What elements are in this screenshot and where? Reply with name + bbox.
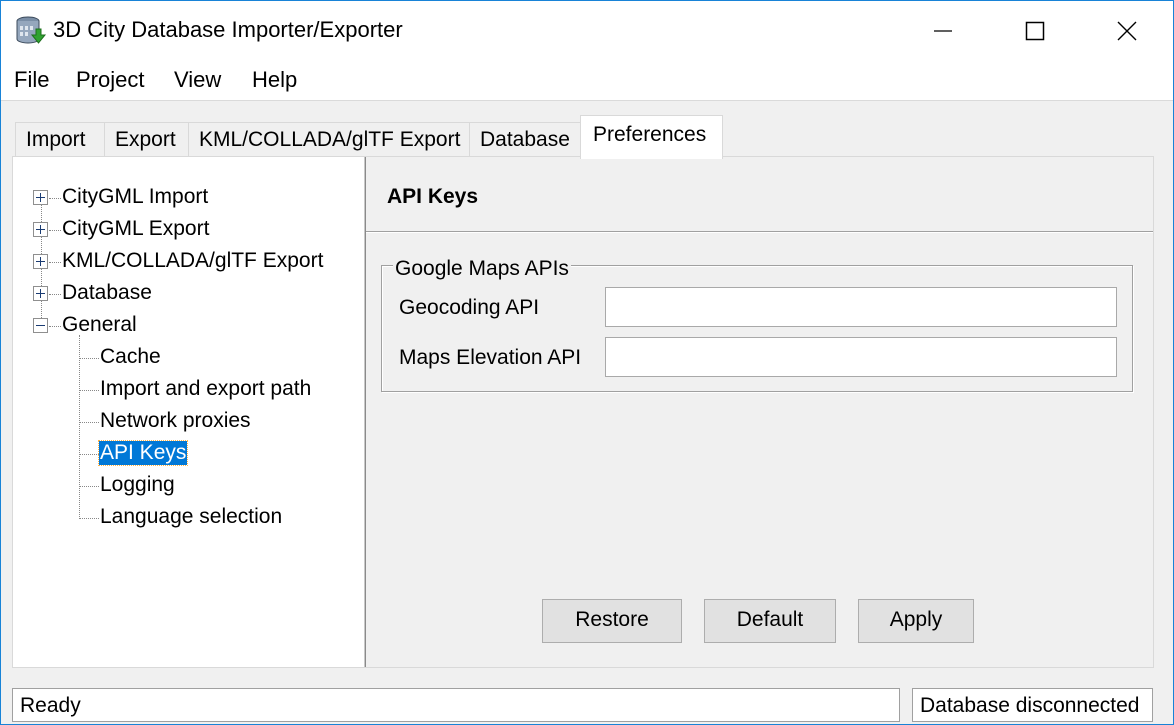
expand-icon[interactable] (33, 222, 48, 237)
menu-bar: File Project View Help (1, 61, 1173, 101)
tree-connector (49, 230, 61, 231)
tree-connector (79, 518, 99, 519)
tree-item-general[interactable]: General (62, 313, 137, 337)
tree-connector (79, 486, 99, 487)
tree-connector (49, 294, 61, 295)
tree-connector (49, 198, 61, 199)
tab-import[interactable]: Import (15, 122, 105, 157)
tree-connector (49, 262, 61, 263)
tab-export[interactable]: Export (104, 122, 189, 157)
title-separator (366, 231, 1153, 233)
tab-preferences[interactable]: Preferences (580, 115, 723, 159)
tree-connector (79, 335, 80, 519)
close-icon (1117, 21, 1137, 41)
minimize-icon (934, 30, 952, 32)
tree-item-citygml-export[interactable]: CityGML Export (62, 217, 209, 241)
group-title: Google Maps APIs (393, 257, 571, 281)
tree-item-cache[interactable]: Cache (100, 345, 161, 369)
status-message: Ready (12, 688, 900, 722)
close-button[interactable] (1081, 1, 1173, 61)
database-status: Database disconnected (912, 688, 1153, 722)
menu-help[interactable]: Help (252, 67, 297, 93)
maximize-icon (1025, 21, 1045, 41)
tree-item-network-proxies[interactable]: Network proxies (100, 409, 251, 433)
preferences-panel: CityGML Import CityGML Export KML/COLLAD… (12, 156, 1154, 668)
tree-item-logging[interactable]: Logging (100, 473, 175, 497)
tree-item-language-selection[interactable]: Language selection (100, 505, 282, 529)
menu-file[interactable]: File (14, 67, 49, 93)
tab-kml-collada-gltf-export[interactable]: KML/COLLADA/glTF Export (188, 122, 470, 157)
geocoding-api-input[interactable] (605, 287, 1117, 327)
preferences-tree: CityGML Import CityGML Export KML/COLLAD… (13, 157, 364, 667)
tree-connector (49, 326, 61, 327)
settings-content: API Keys Google Maps APIs Geocoding API … (366, 157, 1153, 667)
page-title: API Keys (387, 185, 479, 208)
tree-item-import-export-path[interactable]: Import and export path (100, 377, 311, 401)
tree-item-citygml-import[interactable]: CityGML Import (62, 185, 208, 209)
collapse-icon[interactable] (33, 318, 48, 333)
tree-item-api-keys[interactable]: API Keys (97, 440, 189, 466)
maximize-button[interactable] (989, 1, 1081, 61)
main-window: 3D City Database Importer/Exporter File … (0, 0, 1174, 725)
tree-connector (79, 390, 99, 391)
expand-icon[interactable] (33, 286, 48, 301)
tab-database[interactable]: Database (469, 122, 581, 157)
menu-project[interactable]: Project (76, 67, 144, 93)
maps-elevation-api-input[interactable] (605, 337, 1117, 377)
default-button[interactable]: Default (704, 599, 836, 643)
tree-item-kml-collada-gltf-export[interactable]: KML/COLLADA/glTF Export (62, 249, 323, 273)
database-icon (16, 16, 47, 44)
tree-connector (79, 358, 99, 359)
maps-elevation-api-label: Maps Elevation API (399, 346, 582, 369)
geocoding-api-label: Geocoding API (399, 296, 540, 319)
title-bar: 3D City Database Importer/Exporter (1, 1, 1173, 61)
window-title: 3D City Database Importer/Exporter (53, 17, 403, 42)
expand-icon[interactable] (33, 190, 48, 205)
tree-item-database[interactable]: Database (62, 281, 152, 305)
tree-connector (79, 454, 99, 455)
minimize-button[interactable] (897, 1, 989, 61)
tree-connector (79, 422, 99, 423)
expand-icon[interactable] (33, 254, 48, 269)
menu-view[interactable]: View (174, 67, 221, 93)
restore-button[interactable]: Restore (542, 599, 682, 643)
apply-button[interactable]: Apply (858, 599, 974, 643)
